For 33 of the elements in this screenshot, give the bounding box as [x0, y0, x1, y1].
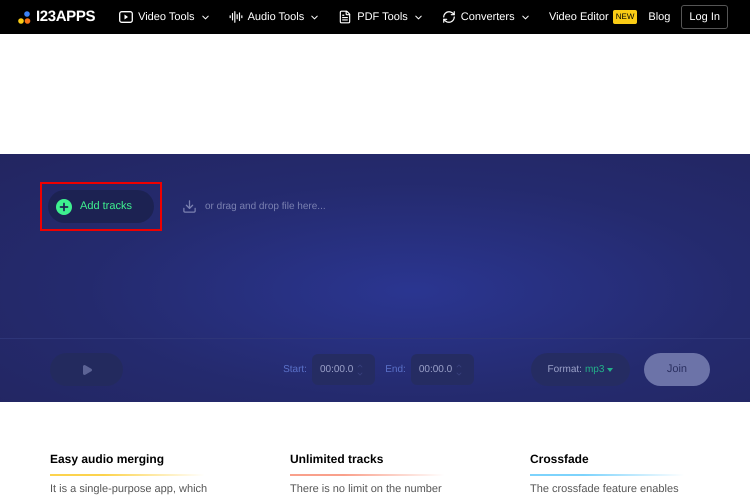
new-badge: NEW	[612, 10, 638, 24]
logo-text: I23APPS	[36, 6, 96, 27]
document-icon	[338, 10, 352, 24]
blog-link[interactable]: Blog	[648, 8, 670, 26]
nav-menu[interactable]: PDF Tools	[338, 8, 424, 26]
feature-title: Crossfade	[530, 451, 590, 468]
logo-icon	[18, 10, 31, 24]
play-icon	[119, 11, 134, 23]
feature-title: Unlimited tracks	[290, 451, 384, 468]
play-icon	[80, 364, 93, 376]
feature-title: Easy audio merging	[50, 451, 166, 468]
format-value: mp3	[584, 363, 604, 377]
drop-hint: or drag and drop file here...	[205, 200, 326, 214]
video-editor-link[interactable]: Video Editor	[548, 8, 609, 26]
feature-text: There is no limit on the number	[290, 482, 443, 496]
add-tracks-button[interactable]: Add tracks	[48, 190, 154, 223]
play-button[interactable]	[50, 353, 124, 386]
nav-menu[interactable]: Converters	[442, 8, 531, 26]
refresh-icon	[442, 10, 456, 24]
plus-icon	[56, 198, 72, 214]
format-dropdown[interactable]: Format: mp3	[531, 353, 630, 386]
sound-wave-icon	[228, 10, 243, 24]
start-label: Start:	[283, 363, 307, 377]
nav-menu[interactable]: Video Tools	[119, 8, 211, 26]
login-button[interactable]: Log In	[681, 4, 728, 30]
nav-menu[interactable]: Audio Tools	[228, 8, 320, 26]
end-time-field[interactable]: 00:00.0	[410, 354, 474, 385]
end-label: End:	[385, 363, 406, 377]
caret-icon	[607, 368, 614, 372]
feature-text: The crossfade feature enables	[530, 482, 680, 496]
feature-text: It is a single-purpose app, which	[50, 482, 208, 496]
start-time-field[interactable]: 00:00.0	[312, 354, 376, 385]
download-icon	[182, 199, 197, 214]
